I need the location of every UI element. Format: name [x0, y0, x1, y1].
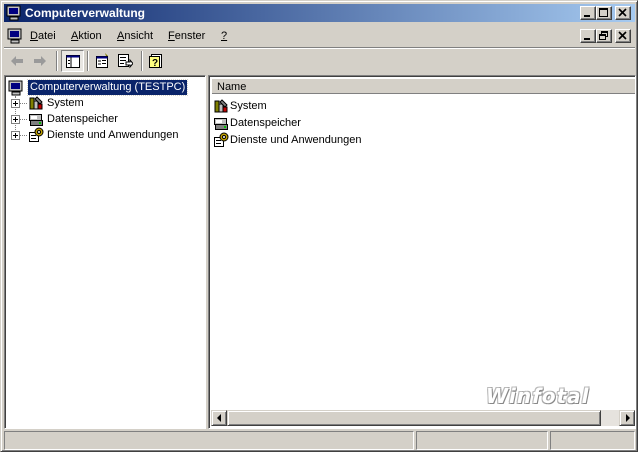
expand-toggle[interactable] — [11, 99, 20, 108]
toolbar-separator — [87, 51, 89, 71]
help-icon: ? — [149, 54, 162, 69]
toolbar-separator — [56, 51, 58, 71]
window-title: Computerverwaltung — [25, 6, 146, 20]
minimize-icon — [584, 15, 590, 17]
back-icon — [11, 56, 23, 66]
svg-text:?: ? — [152, 58, 158, 69]
close-icon — [618, 31, 627, 40]
list-header: Name — [211, 78, 635, 94]
expand-toggle[interactable] — [11, 115, 20, 124]
arrow-right-icon — [626, 414, 630, 422]
menu-ansicht[interactable]: Ansicht — [117, 30, 153, 42]
forward-icon — [34, 56, 46, 66]
tree-connector — [20, 119, 27, 120]
show-hide-tree-icon — [66, 55, 80, 68]
arrow-left-icon — [217, 414, 221, 422]
computer-icon[interactable] — [7, 28, 23, 44]
close-icon — [618, 8, 627, 17]
tree-connector — [20, 103, 27, 104]
horizontal-scrollbar[interactable] — [211, 410, 635, 426]
properties-icon — [96, 53, 108, 68]
export-list-button[interactable] — [114, 50, 137, 72]
watermark-text: Winfotal — [486, 384, 590, 408]
toolbar-separator — [141, 51, 143, 71]
scrollbar-thumb[interactable] — [227, 410, 601, 426]
toolbar: ? — [4, 49, 635, 73]
minimize-icon — [584, 38, 590, 40]
status-cell-secondary — [416, 431, 548, 450]
title-bar[interactable]: Computerverwaltung — [4, 4, 635, 22]
back-button[interactable] — [6, 50, 29, 72]
list-pane[interactable]: Name System Datenspeicher Dienste und An… — [208, 75, 636, 429]
tree-pane[interactable]: Computerverwaltung (TESTPC) System Daten… — [4, 75, 206, 429]
restore-icon — [599, 31, 608, 40]
scroll-left-button[interactable] — [211, 410, 227, 426]
computer-icon — [8, 80, 24, 96]
computer-icon — [6, 5, 22, 21]
expand-toggle[interactable] — [11, 131, 20, 140]
maximize-icon — [599, 8, 608, 17]
storage-icon — [213, 115, 229, 131]
scroll-right-button[interactable] — [619, 410, 635, 426]
services-icon — [213, 132, 229, 148]
status-cell-main — [4, 431, 414, 450]
tree-connector — [20, 135, 27, 136]
menu-fenster[interactable]: Fenster — [168, 30, 205, 42]
export-list-icon — [118, 54, 133, 69]
system-tools-icon — [213, 98, 229, 114]
menu-bar: Datei Aktion Ansicht Fenster ? — [4, 25, 635, 47]
child-close-button[interactable] — [615, 29, 631, 43]
show-hide-tree-button[interactable] — [61, 50, 84, 72]
close-button[interactable] — [615, 6, 631, 20]
system-tools-icon — [28, 95, 44, 111]
storage-icon — [28, 111, 44, 127]
properties-button[interactable] — [91, 50, 114, 72]
maximize-button[interactable] — [596, 6, 612, 20]
help-button[interactable]: ? — [145, 50, 168, 72]
services-icon — [28, 127, 44, 143]
child-minimize-button[interactable] — [580, 29, 596, 43]
menu-datei[interactable]: Datei — [30, 30, 56, 42]
menu-help[interactable]: ? — [221, 30, 227, 42]
menu-aktion[interactable]: Aktion — [71, 30, 102, 42]
minimize-button[interactable] — [580, 6, 596, 20]
status-bar — [4, 431, 635, 450]
forward-button[interactable] — [29, 50, 52, 72]
app-window: Computerverwaltung Datei Aktion Ansicht … — [0, 0, 638, 452]
column-header-name[interactable]: Name — [211, 78, 635, 94]
status-cell-tertiary — [550, 431, 635, 450]
tree-root-label: Computerverwaltung (TESTPC) — [26, 79, 189, 96]
child-restore-button[interactable] — [596, 29, 612, 43]
